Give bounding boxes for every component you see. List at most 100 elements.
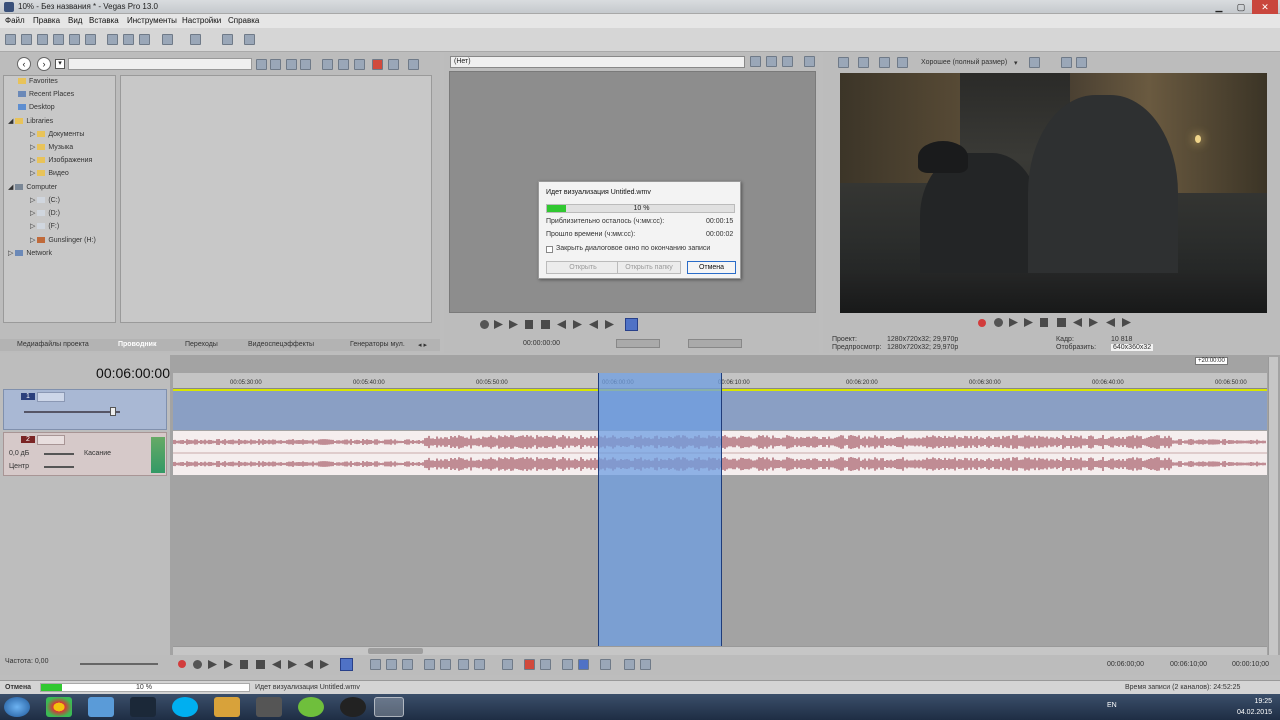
horizontal-scrollbar[interactable] — [173, 646, 1267, 655]
render-icon[interactable] — [69, 34, 80, 45]
close-button[interactable]: ✕ — [1252, 0, 1278, 14]
obs-icon[interactable] — [340, 697, 366, 717]
menu-options[interactable]: Настройки — [182, 16, 221, 25]
menu-edit[interactable]: Правка — [33, 16, 60, 25]
tree-item[interactable]: ▷ (C:) — [30, 196, 60, 204]
menu-help[interactable]: Справка — [228, 16, 259, 25]
opacity-slider-handle[interactable] — [110, 407, 116, 416]
prev-frame-icon[interactable] — [589, 320, 598, 329]
ignore-grouping-icon[interactable] — [502, 659, 513, 670]
tree-item[interactable]: ▷ Видео — [30, 169, 69, 177]
selection-start[interactable]: 00:06:00;00 — [1107, 661, 1144, 668]
region-marker[interactable]: +20:00:00 — [1195, 357, 1228, 365]
menu-file[interactable]: Файл — [5, 16, 25, 25]
trimmer-zoom-slider[interactable] — [688, 339, 742, 348]
play-icon[interactable] — [224, 660, 233, 669]
prev-frame-icon[interactable] — [1106, 318, 1115, 327]
preview-video-frame[interactable] — [840, 73, 1267, 313]
trimmer-clear-icon[interactable] — [782, 56, 793, 67]
go-to-start-icon[interactable] — [1073, 318, 1082, 327]
next-frame-icon[interactable] — [320, 660, 329, 669]
auto-crossfade-icon[interactable] — [578, 659, 589, 670]
trimmer-mode-icon[interactable] — [625, 318, 638, 331]
track-name-field[interactable] — [37, 392, 65, 402]
stop-preview-icon[interactable] — [338, 59, 349, 70]
redo-icon[interactable] — [190, 34, 201, 45]
overlays-icon[interactable] — [1029, 57, 1040, 68]
tree-item[interactable]: ◢ Computer — [8, 183, 57, 191]
next-frame-icon[interactable] — [605, 320, 614, 329]
paste-icon[interactable] — [139, 34, 150, 45]
selection-end[interactable]: 00:06:10;00 — [1170, 661, 1207, 668]
go-to-end-icon[interactable] — [288, 660, 297, 669]
menu-insert[interactable]: Вставка — [89, 16, 119, 25]
go-to-end-icon[interactable] — [1089, 318, 1098, 327]
pause-icon[interactable] — [240, 660, 248, 669]
tree-item[interactable]: ▷ (D:) — [30, 209, 60, 217]
tree-item[interactable]: Recent Places — [18, 91, 74, 98]
pan-slider[interactable] — [44, 466, 74, 468]
save-as-icon[interactable] — [53, 34, 64, 45]
tree-item[interactable]: Favorites — [18, 78, 58, 85]
explorer-icon[interactable] — [88, 697, 114, 717]
save-icon[interactable] — [37, 34, 48, 45]
trimmer-tool-icon[interactable] — [750, 56, 761, 67]
maximize-button[interactable]: ▢ — [1230, 0, 1252, 14]
volume-slider[interactable] — [44, 453, 74, 455]
start-button[interactable] — [4, 697, 30, 717]
lock-envelopes-icon[interactable] — [624, 659, 635, 670]
split-screen-icon[interactable] — [897, 57, 908, 68]
preview-props-icon[interactable] — [838, 57, 849, 68]
tabs-scroll-arrows[interactable]: ◂ ▸ — [418, 341, 427, 349]
tree-item[interactable]: ▷ Network — [8, 249, 52, 257]
zoom-tool-icon[interactable] — [402, 659, 413, 670]
rate-slider[interactable] — [80, 663, 158, 665]
chrome-icon[interactable] — [46, 697, 72, 717]
split-icon[interactable] — [458, 659, 469, 670]
ripple-edit-icon[interactable] — [600, 659, 611, 670]
help-icon[interactable] — [244, 34, 255, 45]
play-from-start-icon[interactable] — [1009, 318, 1018, 327]
region-icon[interactable] — [540, 659, 551, 670]
up-folder-icon[interactable] — [256, 59, 267, 70]
stop-icon[interactable] — [256, 660, 265, 669]
selection-tool-icon[interactable] — [386, 659, 397, 670]
tool-icon[interactable] — [222, 34, 233, 45]
loop-icon[interactable] — [193, 660, 202, 669]
envelope-tool-icon[interactable] — [370, 659, 381, 670]
automation-mode[interactable]: Касание — [84, 450, 111, 457]
language-indicator[interactable]: EN — [1107, 702, 1117, 709]
opacity-slider[interactable] — [24, 411, 120, 413]
open-icon[interactable] — [21, 34, 32, 45]
address-field[interactable] — [68, 58, 252, 70]
cancel-button[interactable]: Отмена — [687, 261, 736, 274]
tree-item[interactable]: ▷ Изображения — [30, 156, 92, 164]
utorrent-icon[interactable] — [298, 697, 324, 717]
vertical-scrollbar[interactable] — [1268, 357, 1278, 657]
play-from-start-icon[interactable] — [494, 320, 503, 329]
menu-tools[interactable]: Инструменты — [127, 16, 177, 25]
trimmer-media-combo[interactable]: (Нет) — [450, 56, 745, 68]
tree-item[interactable]: ◢ Libraries — [8, 117, 53, 125]
history-dropdown-icon[interactable]: ▾ — [55, 59, 65, 69]
preview-quality-select[interactable]: Хорошее (полный размер) — [921, 59, 1007, 66]
snap-icon[interactable] — [562, 659, 573, 670]
trim-icon[interactable] — [440, 659, 451, 670]
forward-icon[interactable]: › — [37, 57, 51, 71]
scrollbar-thumb[interactable] — [368, 648, 423, 654]
search-icon[interactable] — [388, 59, 399, 70]
skype-icon[interactable] — [172, 697, 198, 717]
back-icon[interactable]: ‹ — [17, 57, 31, 71]
selection-length[interactable]: 00:00:10;00 — [1232, 661, 1269, 668]
open-button[interactable]: Открыть — [546, 261, 620, 274]
pause-icon[interactable] — [525, 320, 533, 329]
prev-frame-icon[interactable] — [304, 660, 313, 669]
stop-icon[interactable] — [541, 320, 550, 329]
loop-icon[interactable] — [994, 318, 1003, 327]
trimmer-slider[interactable] — [616, 339, 660, 348]
play-icon[interactable] — [509, 320, 518, 329]
track-name-field[interactable] — [37, 435, 65, 445]
minimize-button[interactable]: ▁ — [1208, 0, 1230, 14]
record-icon[interactable] — [372, 59, 383, 70]
audio-track-header[interactable]: 2 0,0 дБ Касание Центр — [3, 432, 167, 476]
